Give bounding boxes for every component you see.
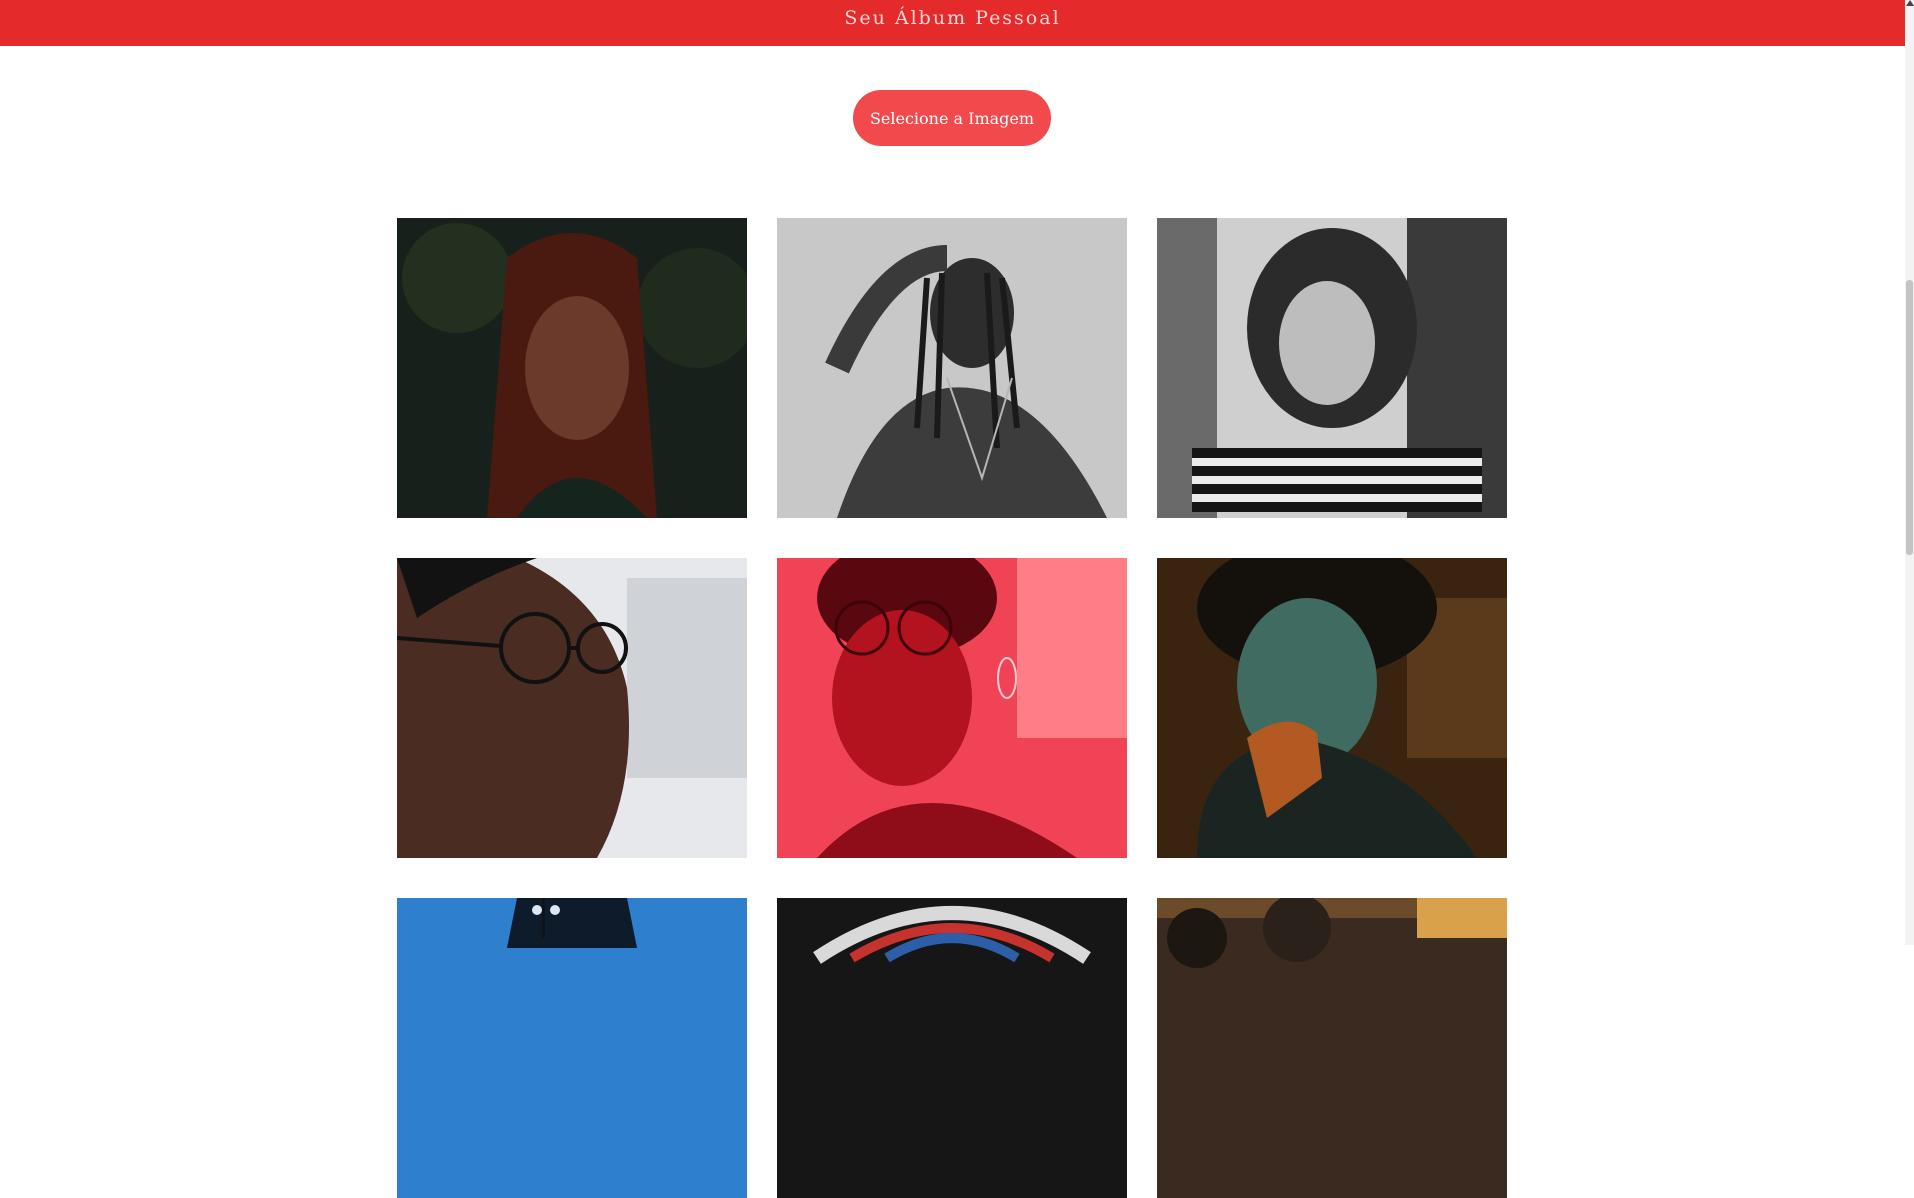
photo-man-braids <box>777 218 1127 518</box>
photo-thumbnail[interactable] <box>1157 218 1507 518</box>
photo-thumbnail[interactable] <box>397 898 747 1198</box>
photo-woman-red-hair <box>397 218 747 518</box>
photo-thumbnail[interactable] <box>777 898 1127 1198</box>
photo-woman-curly-hair <box>1157 218 1507 518</box>
photo-thumbnail[interactable] <box>1157 558 1507 858</box>
photo-thumbnail[interactable] <box>777 218 1127 518</box>
scrollbar-thumb[interactable] <box>1906 280 1913 555</box>
scroll-up-arrow-icon[interactable] <box>1906 0 1914 6</box>
photo-woman-red-light <box>777 558 1127 858</box>
photo-vintage-camera <box>1157 898 1507 1198</box>
photo-thumbnail[interactable] <box>777 558 1127 858</box>
app-header: Seu Álbum Pessoal <box>0 0 1905 46</box>
photo-young-man-orange-light <box>1157 558 1507 858</box>
photo-blue-sky <box>397 898 747 1198</box>
photo-thumbnail[interactable] <box>397 218 747 518</box>
photo-thumbnail[interactable] <box>397 558 747 858</box>
photo-thumbnail[interactable] <box>1157 898 1507 1198</box>
photo-stained-glass <box>777 898 1127 1198</box>
page-scrollbar[interactable] <box>1905 0 1914 945</box>
page-title: Seu Álbum Pessoal <box>844 7 1061 29</box>
select-image-button[interactable]: Selecione a Imagem <box>853 90 1051 146</box>
photo-man-glasses <box>397 558 747 858</box>
